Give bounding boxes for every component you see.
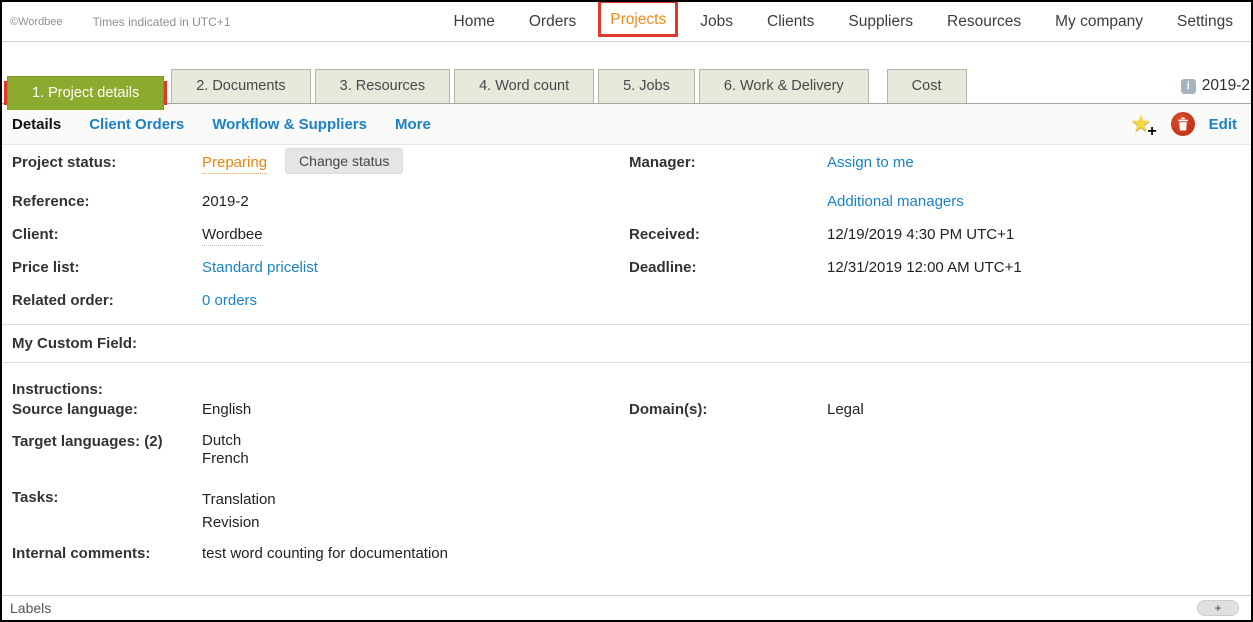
client-label: Client: <box>2 225 202 245</box>
reference-label: Reference: <box>2 192 202 212</box>
source-language-value: English <box>202 400 251 420</box>
nav-item-resources[interactable]: Resources <box>947 13 1021 31</box>
reference-value: 2019-2 <box>202 192 249 212</box>
manager-label: Manager: <box>625 153 827 173</box>
tab-jobs[interactable]: 5. Jobs <box>598 69 695 103</box>
add-label-button[interactable]: + <box>1197 600 1239 616</box>
deadline-value: 12/31/2019 12:00 AM UTC+1 <box>827 258 1022 278</box>
row-project-status: Project status: Preparing Change status … <box>2 153 1251 192</box>
row-internal-comments: Internal comments: test word counting fo… <box>2 544 1251 584</box>
project-status-value[interactable]: Preparing <box>202 153 267 174</box>
nav-item-settings[interactable]: Settings <box>1177 13 1233 31</box>
nav-item-home[interactable]: Home <box>454 13 495 31</box>
target-language-item: Dutch <box>202 432 249 450</box>
row-price-list: Price list: Standard pricelist Deadline:… <box>2 258 1251 291</box>
tab-cost[interactable]: Cost <box>887 69 967 103</box>
project-details-panel: Project status: Preparing Change status … <box>2 145 1251 584</box>
trash-glyph <box>1177 117 1189 131</box>
internal-comments-label: Internal comments: <box>2 544 202 564</box>
my-custom-field-label: My Custom Field: <box>2 334 202 354</box>
project-reference-badge: 2019-2 <box>1202 77 1250 95</box>
target-languages-label: Target languages: (2) <box>2 432 202 452</box>
price-list-link[interactable]: Standard pricelist <box>202 258 318 278</box>
task-item: Translation <box>202 488 276 511</box>
related-order-link[interactable]: 0 orders <box>202 291 257 311</box>
additional-managers-link[interactable]: Additional managers <box>827 192 964 212</box>
price-list-label: Price list: <box>2 258 202 278</box>
target-language-item: French <box>202 450 249 468</box>
tab-documents[interactable]: 2. Documents <box>171 69 310 103</box>
star-plus-icon: + <box>1147 125 1156 139</box>
labels-title: Labels <box>10 600 51 616</box>
annotation-box-projects: Projects <box>598 0 678 37</box>
add-favorite-star-icon[interactable]: ★ + <box>1131 112 1157 136</box>
related-order-label: Related order: <box>2 291 202 311</box>
top-nav-bar: ©Wordbee Times indicated in UTC+1 Home O… <box>2 2 1251 42</box>
project-tab-strip: 1. Project details 2. Documents 3. Resou… <box>2 66 1251 104</box>
subnav-item-workflow-suppliers[interactable]: Workflow & Suppliers <box>212 116 367 133</box>
row-instructions: Instructions: <box>2 363 1251 400</box>
tab-project-details[interactable]: 1. Project details <box>7 76 164 110</box>
row-my-custom-field: My Custom Field: <box>2 325 1251 362</box>
info-icon[interactable]: i <box>1181 79 1196 94</box>
app-window: ©Wordbee Times indicated in UTC+1 Home O… <box>0 0 1253 622</box>
row-client: Client: Wordbee Received: 12/19/2019 4:3… <box>2 225 1251 258</box>
change-status-button[interactable]: Change status <box>285 148 403 174</box>
client-value[interactable]: Wordbee <box>202 225 263 246</box>
nav-item-jobs[interactable]: Jobs <box>700 13 733 31</box>
nav-item-projects[interactable]: Projects <box>610 11 666 28</box>
subnav-item-client-orders[interactable]: Client Orders <box>89 116 184 133</box>
subnav-actions: ★ + Edit <box>1131 112 1237 136</box>
main-nav: Home Orders Projects Jobs Clients Suppli… <box>454 13 1233 31</box>
tabstrip-right-group: i 2019-2 <box>1181 77 1249 103</box>
subnav-item-more[interactable]: More <box>395 116 431 133</box>
assign-to-me-link[interactable]: Assign to me <box>827 153 914 173</box>
nav-item-my-company[interactable]: My company <box>1055 13 1143 31</box>
domains-label: Domain(s): <box>625 400 827 420</box>
nav-item-suppliers[interactable]: Suppliers <box>848 13 913 31</box>
timezone-note: Times indicated in UTC+1 <box>93 15 231 29</box>
deadline-label: Deadline: <box>625 258 827 278</box>
project-status-label: Project status: <box>2 153 202 173</box>
tab-word-count[interactable]: 4. Word count <box>454 69 594 103</box>
row-reference: Reference: 2019-2 Additional managers <box>2 192 1251 225</box>
row-source-language: Source language: English Domain(s): Lega… <box>2 400 1251 432</box>
tab-work-delivery[interactable]: 6. Work & Delivery <box>699 69 869 103</box>
task-item: Revision <box>202 511 276 534</box>
domains-value: Legal <box>827 400 864 420</box>
received-value: 12/19/2019 4:30 PM UTC+1 <box>827 225 1014 245</box>
row-related-order: Related order: 0 orders <box>2 291 1251 324</box>
subnav-item-details[interactable]: Details <box>12 116 61 133</box>
source-language-label: Source language: <box>2 400 202 420</box>
edit-button[interactable]: Edit <box>1209 116 1237 133</box>
delete-project-trash-icon[interactable] <box>1171 112 1195 136</box>
row-target-languages: Target languages: (2) Dutch French <box>2 432 1251 482</box>
instructions-label: Instructions: <box>2 380 202 400</box>
row-tasks: Tasks: Translation Revision <box>2 482 1251 544</box>
annotation-box-project-details-tab: 1. Project details <box>4 81 167 105</box>
tab-resources[interactable]: 3. Resources <box>315 69 450 103</box>
tasks-label: Tasks: <box>2 488 202 508</box>
labels-bar: Labels + <box>2 595 1251 620</box>
nav-item-clients[interactable]: Clients <box>767 13 814 31</box>
internal-comments-value: test word counting for documentation <box>202 544 448 564</box>
nav-item-orders[interactable]: Orders <box>529 13 576 31</box>
copyright-text: ©Wordbee <box>10 16 63 28</box>
received-label: Received: <box>625 225 827 245</box>
detail-sub-nav: Details Client Orders Workflow & Supplie… <box>2 104 1251 145</box>
